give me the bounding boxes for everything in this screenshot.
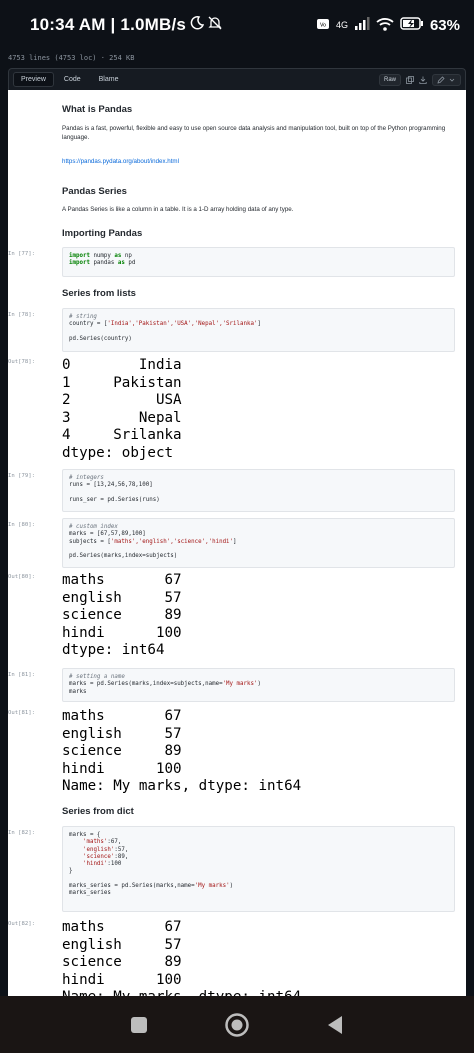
prompt-in-79: In [79]:: [8, 473, 35, 479]
navigation-bar: [0, 996, 474, 1053]
output-82: maths 67 english 57 science 89 hindi 100…: [62, 919, 301, 996]
battery-percent: 63%: [429, 16, 460, 34]
file-meta: 4753 lines (4753 loc) · 254 KB: [8, 54, 135, 62]
download-icon[interactable]: [419, 76, 427, 84]
output-80: maths 67 english 57 science 89 hindi 100…: [62, 572, 182, 659]
code-in-79[interactable]: # integers runs = [13,24,56,78,100] runs…: [62, 469, 455, 512]
prompt-in-77: In [77]:: [8, 251, 35, 257]
mute-bell-icon: [208, 16, 222, 35]
pandas-description: Pandas is a fast, powerful, flexible and…: [62, 125, 446, 141]
pandas-about-link[interactable]: https://pandas.pydata.org/about/index.ht…: [62, 158, 179, 165]
heading-importing-pandas: Importing Pandas: [62, 228, 143, 239]
code-in-80[interactable]: # custom index marks = [67,57,89,100] su…: [62, 518, 455, 568]
output-81: maths 67 english 57 science 89 hindi 100…: [62, 708, 302, 795]
view-tabs: Preview Code Blame: [13, 72, 126, 87]
heading-pandas-series: Pandas Series: [62, 186, 127, 197]
code-in-81[interactable]: # setting a name marks = pd.Series(marks…: [62, 668, 455, 702]
code-in-78[interactable]: # string country = ['India','Pakistan','…: [62, 308, 455, 352]
cell-out-81: Out[81]: maths 67 english 57 science 89 …: [8, 708, 455, 796]
cell-in-78: In [78]: # string country = ['India','Pa…: [8, 308, 455, 352]
network-type: 4G: [335, 20, 348, 30]
cell-in-80: In [80]: # custom index marks = [67,57,8…: [8, 518, 455, 568]
code-in-77[interactable]: import numpy as np import pandas as pd: [62, 247, 455, 277]
output-78: 0 India 1 Pakistan 2 USA 3 Nepal 4 Srila…: [62, 357, 182, 461]
prompt-in-81: In [81]:: [8, 672, 35, 678]
home-icon[interactable]: [222, 1010, 252, 1040]
tab-code[interactable]: Code: [56, 72, 89, 87]
prompt-in-78: In [78]:: [8, 312, 35, 318]
chevron-down-icon[interactable]: [448, 76, 456, 84]
prompt-out-82: Out[82]:: [8, 921, 35, 927]
code-in-82[interactable]: marks = { 'maths':67, 'english':57, 'sci…: [62, 826, 455, 912]
pencil-icon[interactable]: [437, 75, 445, 84]
cell-in-77: In [77]: import numpy as np import panda…: [8, 247, 455, 277]
cell-out-82: Out[82]: maths 67 english 57 science 89 …: [8, 919, 455, 996]
toolbar-actions: Raw: [378, 73, 461, 86]
moon-icon: [190, 15, 205, 35]
prompt-out-81: Out[81]:: [8, 710, 35, 716]
edit-menu[interactable]: [432, 73, 461, 86]
cell-in-82: In [82]: marks = { 'maths':67, 'english'…: [8, 826, 455, 912]
file-toolbar: Preview Code Blame Raw: [8, 68, 466, 90]
cell-in-81: In [81]: # setting a name marks = pd.Ser…: [8, 668, 455, 702]
heading-series-from-lists: Series from lists: [62, 288, 136, 299]
copy-icon[interactable]: [406, 75, 414, 84]
recents-icon[interactable]: [124, 1010, 154, 1040]
prompt-in-82: In [82]:: [8, 830, 35, 836]
tab-blame[interactable]: Blame: [91, 72, 127, 87]
cell-out-78: Out[78]: 0 India 1 Pakistan 2 USA 3 Nepa…: [8, 357, 455, 463]
prompt-in-80: In [80]:: [8, 522, 35, 528]
series-description: A Pandas Series is like a column in a ta…: [62, 206, 294, 213]
battery-charging-icon: [400, 17, 424, 33]
status-bar: 10:34 AM | 1.0MB/s Vo 4G 63%: [0, 0, 474, 50]
tab-preview[interactable]: Preview: [13, 72, 54, 87]
svg-text:Vo: Vo: [320, 22, 326, 28]
cell-in-79: In [79]: # integers runs = [13,24,56,78,…: [8, 469, 455, 512]
heading-what-is-pandas: What is Pandas: [62, 104, 133, 115]
volte-icon: Vo: [316, 17, 330, 34]
heading-series-from-dict: Series from dict: [62, 806, 134, 817]
signal-icon: [354, 17, 370, 33]
cell-out-80: Out[80]: maths 67 english 57 science 89 …: [8, 572, 455, 662]
raw-button[interactable]: Raw: [378, 73, 401, 86]
wifi-icon: [376, 17, 394, 34]
back-icon[interactable]: [320, 1010, 350, 1040]
prompt-out-78: Out[78]:: [8, 359, 35, 365]
notebook-preview: What is Pandas Pandas is a fast, powerfu…: [8, 90, 466, 996]
prompt-out-80: Out[80]:: [8, 574, 35, 580]
status-time: 10:34 AM | 1.0MB/s: [30, 15, 187, 34]
